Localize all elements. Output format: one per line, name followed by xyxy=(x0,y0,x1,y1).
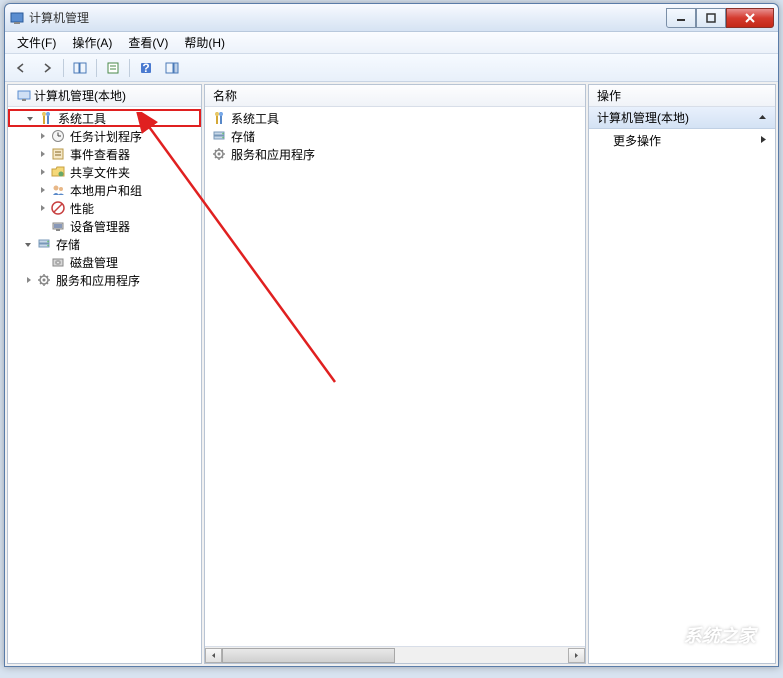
device-icon xyxy=(50,218,66,234)
performance-icon xyxy=(50,200,66,216)
tree-node-label: 共享文件夹 xyxy=(68,164,130,181)
content-area: 计算机管理(本地) 系统工具任务计划程序事件查看器共享文件夹本地用户和组性能设备… xyxy=(5,82,778,666)
expand-icon[interactable] xyxy=(36,184,48,196)
list-body: 系统工具存储服务和应用程序 xyxy=(205,107,585,646)
tree-node[interactable]: 磁盘管理 xyxy=(8,253,201,271)
scroll-track[interactable] xyxy=(222,648,568,663)
tools-icon xyxy=(38,110,54,126)
back-button[interactable] xyxy=(9,57,33,79)
list-column-header[interactable]: 名称 xyxy=(205,85,585,107)
action-header-label: 操作 xyxy=(597,87,621,104)
svg-text:?: ? xyxy=(142,61,149,75)
toolbar-separator xyxy=(96,59,97,77)
storage-icon xyxy=(211,128,227,144)
tree-node-label: 磁盘管理 xyxy=(68,254,118,271)
help-button[interactable]: ? xyxy=(134,57,158,79)
toolbar: ? xyxy=(5,54,778,82)
computer-icon xyxy=(16,88,32,104)
tools-icon xyxy=(211,110,227,126)
collapse-icon xyxy=(758,111,767,125)
tree-root-node[interactable]: 计算机管理(本地) xyxy=(8,85,201,107)
expand-icon[interactable] xyxy=(22,274,34,286)
list-item[interactable]: 存储 xyxy=(205,127,585,145)
tree-node[interactable]: 本地用户和组 xyxy=(8,181,201,199)
services-icon xyxy=(211,146,227,162)
tree-panel: 计算机管理(本地) 系统工具任务计划程序事件查看器共享文件夹本地用户和组性能设备… xyxy=(7,84,202,664)
scroll-right-button[interactable] xyxy=(568,648,585,663)
list-item[interactable]: 系统工具 xyxy=(205,109,585,127)
clock-icon xyxy=(50,128,66,144)
list-item-label: 系统工具 xyxy=(231,110,279,127)
scroll-left-button[interactable] xyxy=(205,648,222,663)
minimize-button[interactable] xyxy=(666,8,696,28)
action-section-label: 计算机管理(本地) xyxy=(597,109,689,126)
list-item-label: 服务和应用程序 xyxy=(231,146,315,163)
tree-node[interactable]: 任务计划程序 xyxy=(8,127,201,145)
tree-node-label: 事件查看器 xyxy=(68,146,130,163)
tree-node[interactable]: 服务和应用程序 xyxy=(8,271,201,289)
action-section[interactable]: 计算机管理(本地) xyxy=(589,107,775,129)
tree-node[interactable]: 性能 xyxy=(8,199,201,217)
maximize-button[interactable] xyxy=(696,8,726,28)
tree-node-label: 服务和应用程序 xyxy=(54,272,140,289)
menubar: 文件(F) 操作(A) 查看(V) 帮助(H) xyxy=(5,32,778,54)
expand-icon[interactable] xyxy=(24,112,36,124)
app-icon xyxy=(9,10,25,26)
tree-node-label: 任务计划程序 xyxy=(68,128,142,145)
expand-icon[interactable] xyxy=(36,148,48,160)
tree-node[interactable]: 共享文件夹 xyxy=(8,163,201,181)
tree-node-label: 本地用户和组 xyxy=(68,182,142,199)
scroll-thumb[interactable] xyxy=(222,648,395,663)
menu-file[interactable]: 文件(F) xyxy=(9,32,64,53)
window-title: 计算机管理 xyxy=(29,9,666,26)
tree-root-label: 计算机管理(本地) xyxy=(34,87,126,104)
services-icon xyxy=(36,272,52,288)
toolbar-separator xyxy=(129,59,130,77)
window-controls xyxy=(666,8,774,28)
expand-icon[interactable] xyxy=(36,202,48,214)
tree-node[interactable]: 系统工具 xyxy=(8,109,201,127)
tree-node-label: 存储 xyxy=(54,236,80,253)
event-icon xyxy=(50,146,66,162)
menu-help[interactable]: 帮助(H) xyxy=(176,32,233,53)
column-name-label: 名称 xyxy=(213,87,237,104)
folder-share-icon xyxy=(50,164,66,180)
expand-icon[interactable] xyxy=(36,166,48,178)
main-window: 计算机管理 文件(F) 操作(A) 查看(V) 帮助(H) ? 计算机管理(本地… xyxy=(4,3,779,667)
submenu-arrow-icon xyxy=(760,133,767,147)
tree-node-label: 性能 xyxy=(68,200,94,217)
forward-button[interactable] xyxy=(35,57,59,79)
list-item[interactable]: 服务和应用程序 xyxy=(205,145,585,163)
tree-node[interactable]: 存储 xyxy=(8,235,201,253)
list-item-label: 存储 xyxy=(231,128,255,145)
list-panel: 名称 系统工具存储服务和应用程序 xyxy=(204,84,586,664)
show-hide-tree-button[interactable] xyxy=(68,57,92,79)
menu-view[interactable]: 查看(V) xyxy=(120,32,176,53)
titlebar[interactable]: 计算机管理 xyxy=(5,4,778,32)
tree-node-label: 设备管理器 xyxy=(68,218,130,235)
tree-node[interactable]: 设备管理器 xyxy=(8,217,201,235)
action-item[interactable]: 更多操作 xyxy=(589,129,775,151)
action-panel: 操作 计算机管理(本地) 更多操作 xyxy=(588,84,776,664)
users-icon xyxy=(50,182,66,198)
menu-action[interactable]: 操作(A) xyxy=(64,32,120,53)
tree-body: 系统工具任务计划程序事件查看器共享文件夹本地用户和组性能设备管理器存储磁盘管理服… xyxy=(8,107,201,291)
action-panel-header: 操作 xyxy=(589,85,775,107)
tree-node[interactable]: 事件查看器 xyxy=(8,145,201,163)
show-action-pane-button[interactable] xyxy=(160,57,184,79)
toolbar-separator xyxy=(63,59,64,77)
horizontal-scrollbar[interactable] xyxy=(205,646,585,663)
disk-icon xyxy=(50,254,66,270)
storage-icon xyxy=(36,236,52,252)
properties-button[interactable] xyxy=(101,57,125,79)
tree-node-label: 系统工具 xyxy=(56,110,106,127)
expand-icon[interactable] xyxy=(36,130,48,142)
action-item-label: 更多操作 xyxy=(613,132,661,149)
expand-icon[interactable] xyxy=(22,238,34,250)
close-button[interactable] xyxy=(726,8,774,28)
